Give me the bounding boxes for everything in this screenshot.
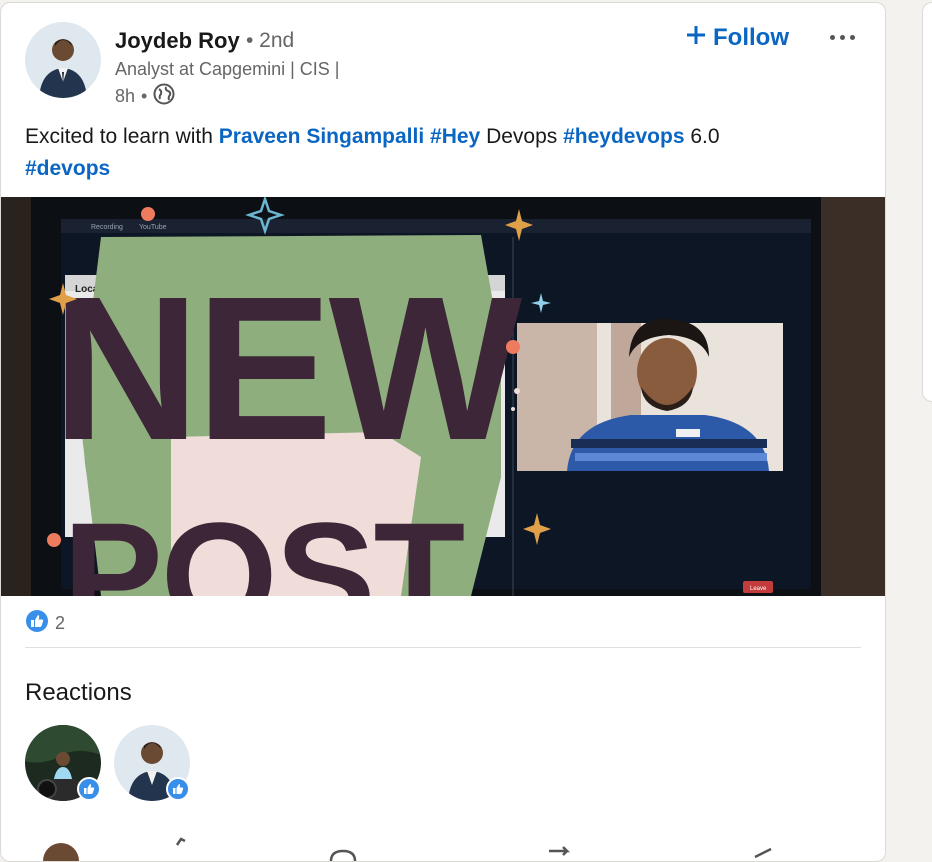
like-action-icon[interactable] bbox=[175, 837, 186, 846]
like-badge-icon bbox=[77, 777, 101, 801]
feed-post-card: Joydeb Roy • 2nd Analyst at Capgemini | … bbox=[0, 2, 886, 862]
hashtag-link-heydevops[interactable]: #heydevops bbox=[563, 125, 684, 148]
more-dot-icon bbox=[849, 34, 855, 40]
divider bbox=[25, 647, 861, 648]
mention-link[interactable]: Praveen Singampalli bbox=[219, 125, 424, 148]
post-text-part: Devops bbox=[480, 125, 564, 148]
author-name[interactable]: Joydeb Roy bbox=[115, 28, 240, 54]
reaction-count: 2 bbox=[55, 613, 66, 633]
hashtag-link-devops[interactable]: #devops bbox=[25, 157, 110, 180]
repost-action-icon[interactable] bbox=[549, 846, 571, 856]
author-headline: Analyst at Capgemini | CIS | bbox=[115, 59, 340, 79]
more-dot-icon bbox=[829, 34, 835, 40]
screen-top-bar-text: YouTube bbox=[139, 224, 167, 231]
plus-icon bbox=[685, 24, 707, 53]
reactor-avatar[interactable] bbox=[25, 725, 103, 803]
post-time: 8h bbox=[115, 86, 136, 106]
author-avatar[interactable] bbox=[25, 22, 101, 98]
reaction-summary[interactable]: 2 bbox=[25, 609, 65, 638]
social-action-bar bbox=[1, 831, 885, 861]
right-sidebar-card bbox=[922, 2, 932, 402]
more-dot-icon bbox=[839, 34, 845, 40]
comment-action-icon[interactable] bbox=[329, 849, 357, 861]
post-text-part: 6.0 bbox=[684, 125, 720, 148]
follow-button[interactable]: Follow bbox=[685, 21, 789, 55]
screen-top-bar-text: Recording bbox=[91, 224, 123, 231]
globe-icon bbox=[153, 83, 175, 110]
hashtag-link-hey[interactable]: #Hey bbox=[430, 125, 480, 148]
more-options-button[interactable] bbox=[821, 23, 863, 51]
reactor-avatar[interactable] bbox=[114, 725, 192, 803]
post-text-part: Excited to learn with bbox=[25, 125, 219, 148]
post-timestamp-row: 8h • bbox=[115, 83, 175, 110]
time-separator: • bbox=[141, 86, 148, 106]
like-badge-icon bbox=[166, 777, 190, 801]
new-post-sticker-line1: NEW bbox=[52, 254, 523, 483]
post-body-text: Excited to learn with Praveen Singampall… bbox=[25, 121, 865, 185]
leave-meeting-text: Leave bbox=[750, 586, 767, 592]
post-image[interactable]: Recording YouTube Local Re The L add it … bbox=[1, 197, 885, 596]
connection-degree: • 2nd bbox=[246, 29, 295, 52]
reactions-heading: Reactions bbox=[25, 679, 132, 706]
follow-label: Follow bbox=[713, 24, 789, 51]
new-post-sticker-line2: POST bbox=[63, 491, 465, 596]
like-reaction-icon bbox=[25, 609, 49, 638]
send-action-icon[interactable] bbox=[754, 847, 772, 859]
